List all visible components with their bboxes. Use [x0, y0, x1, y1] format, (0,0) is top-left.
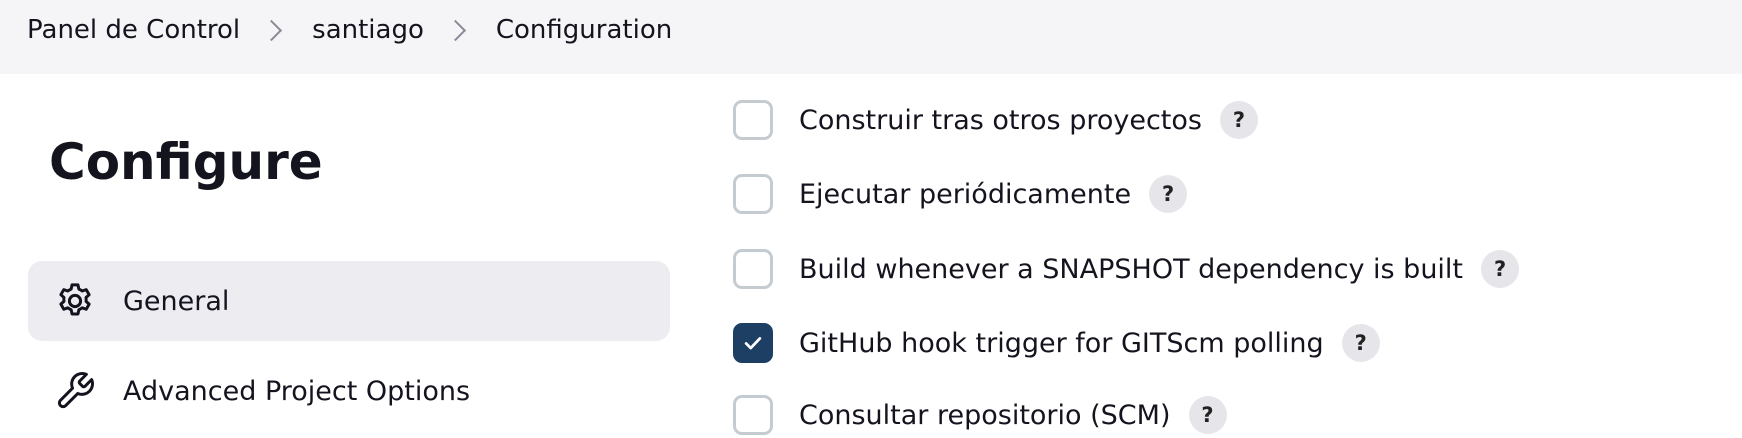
sidebar-item-general[interactable]: General: [28, 261, 670, 341]
breadcrumb-job[interactable]: santiago: [312, 15, 424, 45]
sidebar-item-label: Advanced Project Options: [123, 375, 471, 407]
trigger-checkbox[interactable]: [733, 395, 773, 435]
trigger-label[interactable]: Build whenever a SNAPSHOT dependency is …: [799, 254, 1463, 285]
help-icon[interactable]: ?: [1481, 250, 1520, 288]
trigger-option: Ejecutar periódicamente ?: [733, 171, 1188, 217]
trigger-checkbox[interactable]: [733, 174, 773, 214]
trigger-checkbox[interactable]: [733, 100, 773, 140]
gear-icon: [59, 283, 91, 316]
help-icon[interactable]: ?: [1341, 324, 1380, 362]
page-title: Configure: [49, 133, 323, 191]
breadcrumb: Panel de Control santiago Configuration: [27, 0, 672, 60]
chevron-right-icon: [444, 19, 466, 41]
checkmark-icon: [744, 337, 762, 350]
trigger-option: Consultar repositorio (SCM) ?: [733, 392, 1227, 438]
trigger-label[interactable]: Ejecutar periódicamente: [799, 179, 1131, 210]
trigger-option: Construir tras otros proyectos ?: [733, 97, 1258, 143]
sidebar-item-advanced-project-options[interactable]: Advanced Project Options: [28, 351, 670, 431]
help-icon[interactable]: ?: [1188, 396, 1227, 434]
trigger-checkbox[interactable]: [733, 249, 773, 289]
sidebar-item-label: General: [123, 285, 230, 317]
trigger-option: GitHub hook trigger for GITScm polling ?: [733, 320, 1380, 366]
help-icon[interactable]: ?: [1219, 101, 1258, 139]
trigger-label[interactable]: Construir tras otros proyectos: [799, 105, 1202, 136]
trigger-checkbox[interactable]: [733, 323, 773, 363]
trigger-label[interactable]: GitHub hook trigger for GITScm polling: [799, 328, 1324, 359]
breadcrumb-dashboard[interactable]: Panel de Control: [27, 15, 240, 45]
chevron-right-icon: [261, 19, 283, 41]
trigger-label[interactable]: Consultar repositorio (SCM): [799, 400, 1171, 431]
top-bar: Panel de Control santiago Configuration: [0, 0, 1742, 74]
help-icon[interactable]: ?: [1149, 175, 1188, 213]
trigger-option: Build whenever a SNAPSHOT dependency is …: [733, 246, 1520, 292]
wrench-icon: [57, 372, 94, 409]
breadcrumb-configuration[interactable]: Configuration: [496, 15, 672, 45]
